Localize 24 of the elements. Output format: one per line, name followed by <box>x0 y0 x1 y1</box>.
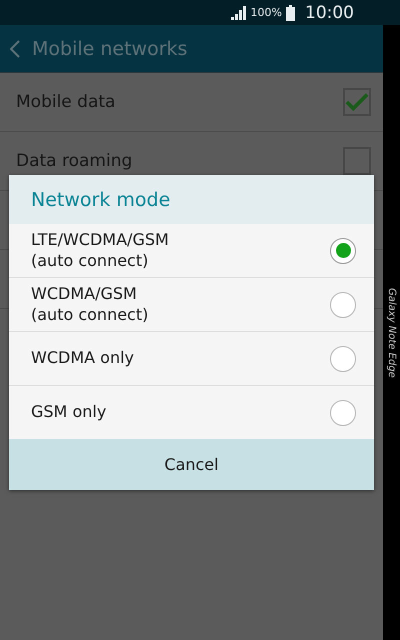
checkbox[interactable] <box>343 147 371 175</box>
dialog-title: Network mode <box>31 188 170 210</box>
signal-icon <box>230 6 247 20</box>
option-label: WCDMA only <box>31 348 134 369</box>
network-mode-option[interactable]: LTE/WCDMA/GSM (auto connect) <box>9 224 374 277</box>
network-mode-option[interactable]: WCDMA/GSM (auto connect) <box>9 277 374 331</box>
edge-label: Galaxy Note Edge <box>386 288 397 380</box>
setting-label: Mobile data <box>16 92 116 112</box>
battery-icon <box>286 4 295 20</box>
option-label: WCDMA/GSM (auto connect) <box>31 284 148 326</box>
radio-button[interactable] <box>330 238 356 264</box>
option-label: GSM only <box>31 402 106 423</box>
radio-button[interactable] <box>330 346 356 372</box>
checkbox[interactable] <box>343 88 371 116</box>
clock: 10:00 <box>305 2 354 22</box>
option-label: LTE/WCDMA/GSM (auto connect) <box>31 230 169 272</box>
network-mode-option[interactable]: WCDMA only <box>9 331 374 385</box>
radio-button[interactable] <box>330 292 356 318</box>
setting-label: Data roaming <box>16 151 132 171</box>
screen-title: Mobile networks <box>32 38 188 60</box>
cancel-button[interactable]: Cancel <box>9 439 374 490</box>
battery-percent: 100% <box>250 6 282 19</box>
radio-button[interactable] <box>330 400 356 426</box>
back-icon[interactable] <box>10 40 20 58</box>
